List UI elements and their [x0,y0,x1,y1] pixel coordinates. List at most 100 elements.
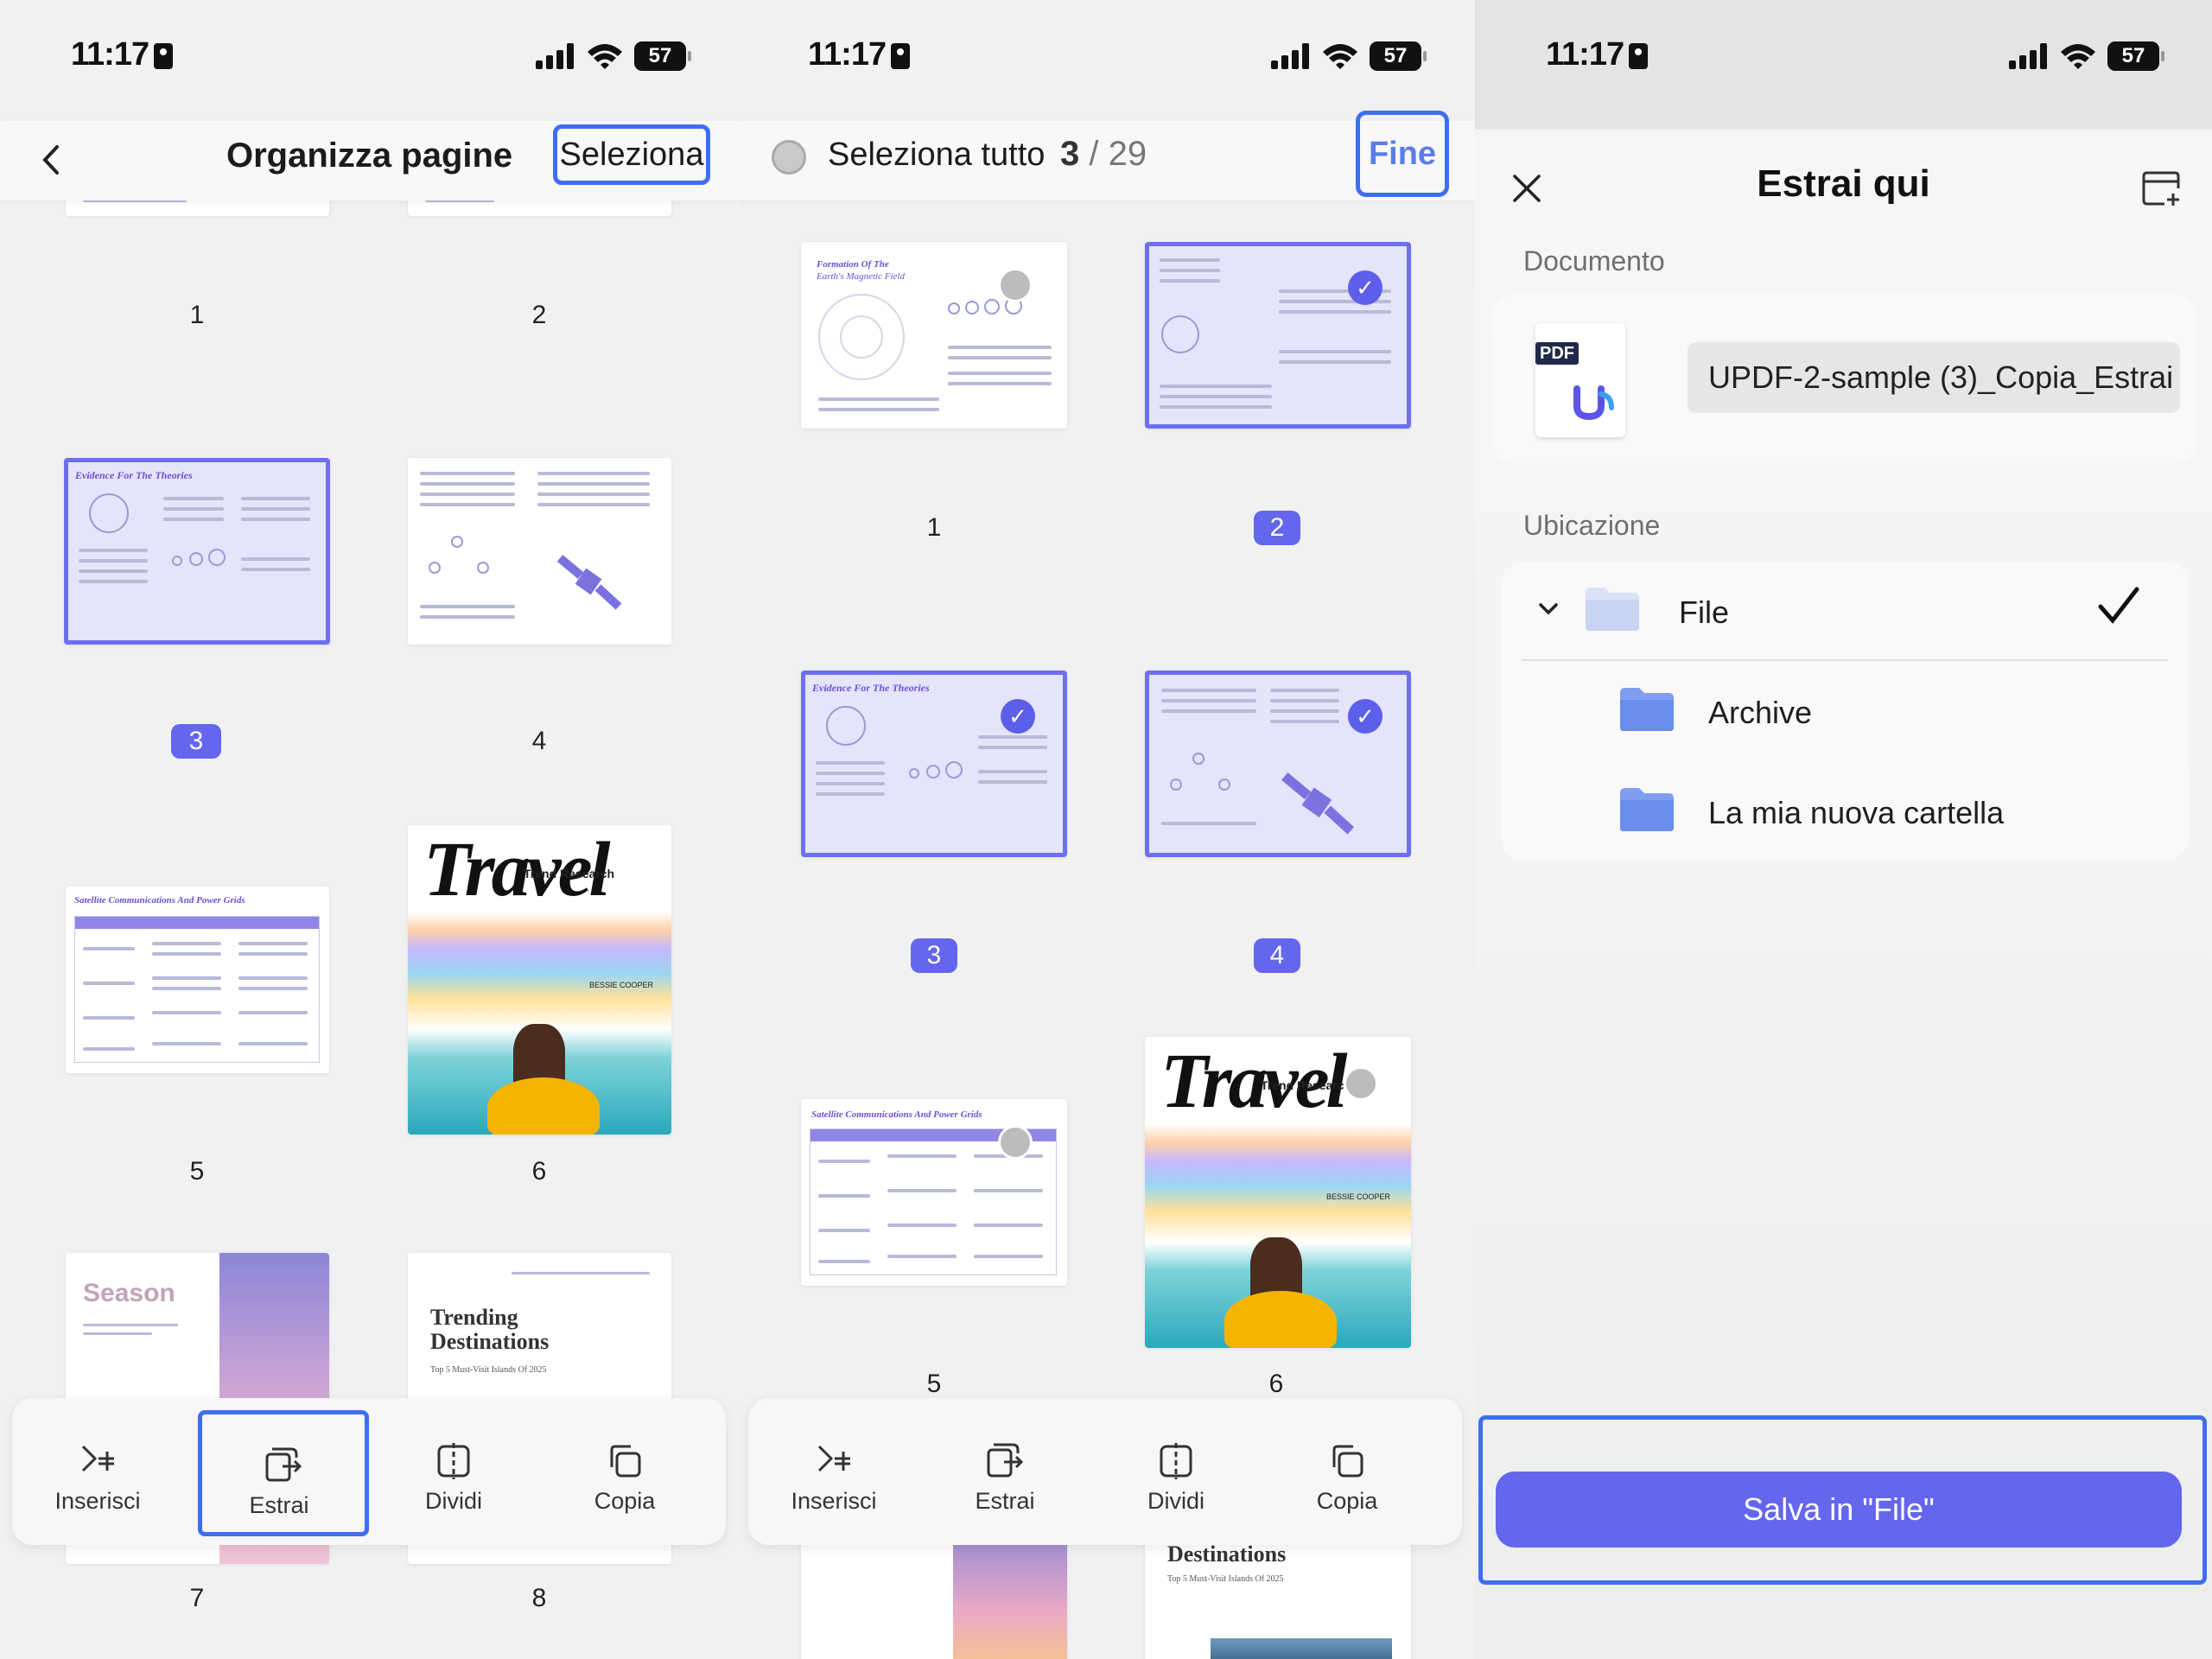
copy-button[interactable]: Copia [539,1398,710,1545]
travel-subtitle: Trend Research [1261,1078,1352,1092]
insert-button[interactable]: Inserisci [748,1398,919,1545]
location-item-file[interactable]: File [1501,562,2189,657]
page-number-selected: 3 [911,938,957,973]
thumb-heading: Satellite Communications And Power Grids [74,895,245,906]
status-bar: 11:17 57 [1475,0,2212,121]
page-number: 1 [189,301,205,329]
folder-icon [1620,788,1674,831]
thumb-heading: Formation Of The [817,259,889,270]
page-thumbnail[interactable]: Formation Of The Earth's Magnetic Field [801,242,1067,429]
pdf-file-icon: PDF [1535,323,1625,437]
extract-button[interactable]: Estrai [198,1410,369,1536]
page-number: 4 [531,727,547,755]
page-number: 8 [531,1584,547,1612]
select-all-radio[interactable] [772,140,806,175]
organize-pages-panel: 11:17 57 Organizza pagine Seleziona 1 2 … [0,0,737,1659]
thumb-heading: Evidence For The Theories [812,682,930,694]
select-button[interactable]: Seleziona [553,124,710,185]
insert-button[interactable]: Inserisci [12,1398,183,1545]
wifi-icon [588,44,622,69]
nav-bar: Seleziona tutto 3 / 29 Fine [737,111,1475,200]
focus-icon [154,43,173,69]
selected-check-icon[interactable]: ✓ [1348,270,1382,305]
page-number: 6 [1268,1370,1284,1398]
split-icon [437,1443,470,1479]
signal-icon [1271,43,1309,69]
signal-icon [2009,43,2047,69]
page-number-selected: 2 [1254,511,1300,545]
split-button[interactable]: Dividi [1090,1398,1262,1545]
filename-field[interactable]: UPDF-2-sample (3)_Copia_Estrai [1688,342,2180,413]
extract-button[interactable]: Estrai [919,1398,1090,1545]
unselected-indicator[interactable] [998,1125,1033,1160]
page-number: 6 [531,1157,547,1185]
focus-icon [1629,43,1648,69]
wifi-icon [1323,44,1357,69]
selected-check-icon[interactable]: ✓ [1348,699,1382,734]
page-thumbnail[interactable] [408,458,671,645]
unselected-indicator[interactable] [1344,1066,1378,1101]
back-icon[interactable] [35,138,69,181]
signal-icon [536,43,574,69]
copy-button[interactable]: Copia [1262,1398,1433,1545]
document-label: Documento [1523,245,1665,276]
extract-here-panel: 11:17 57 Estrai qui Documento PDF UPDF-2… [1475,0,2212,1659]
page-number-selected: 4 [1254,938,1300,973]
thumb-title: Trending [430,1305,518,1330]
save-button[interactable]: Salva in "File" [1496,1471,2182,1548]
location-list: File Archive La mia nuova cartella [1501,562,2189,861]
page-number: 5 [189,1157,205,1185]
location-item-new-folder[interactable]: La mia nuova cartella [1501,762,2189,857]
status-bar: 11:17 57 [737,0,1475,121]
page-thumbnail-selected[interactable]: Evidence For The Theories [64,458,330,645]
battery-icon: 57 [1370,41,1427,71]
insert-icon [81,1445,114,1472]
nav-bar: Organizza pagine Seleziona [0,121,737,200]
travel-author: BESSIE COOPER [1326,1192,1391,1201]
insert-icon [817,1445,850,1472]
copy-icon [1332,1445,1363,1478]
page-thumbnail[interactable]: Satellite Communications And Power Grids [66,887,329,1073]
thumb-subtitle: Top 5 Must-Visit Islands Of 2025 [1167,1574,1284,1584]
folder-icon [1620,688,1674,731]
page-thumbnail-selected[interactable]: ✓ [1145,242,1411,429]
done-button[interactable]: Fine [1356,111,1449,197]
status-bar: 11:17 57 [0,0,737,121]
document-card: PDF UPDF-2-sample (3)_Copia_Estrai [1492,294,2196,463]
selected-check-icon[interactable]: ✓ [1001,699,1035,734]
thumb-heading: Evidence For The Theories [75,469,193,481]
page-number: 2 [531,301,547,329]
battery-icon: 57 [2107,41,2164,71]
focus-icon [891,43,910,69]
thumb-subtitle: Top 5 Must-Visit Islands Of 2025 [430,1365,547,1375]
location-item-archive[interactable]: Archive [1501,662,2189,757]
select-all-label[interactable]: Seleziona tutto [828,137,1045,174]
copy-icon [610,1445,641,1478]
new-folder-icon[interactable] [2140,169,2182,207]
wifi-icon [2061,44,2095,69]
page-thumbnail[interactable]: Travel Trend Research BESSIE COOPER [1145,1037,1411,1348]
selection-count: 3 / 29 [1060,135,1147,173]
status-time: 11:17 [808,36,887,73]
page-thumbnail[interactable]: Travel Trend Research BESSIE COOPER [408,825,671,1135]
extract-icon [265,1447,302,1482]
page-number: 1 [926,513,942,542]
divider [1522,659,2168,661]
page-thumbnail-selected[interactable]: ✓ [1145,671,1411,857]
page-number-selected: 3 [171,724,221,759]
battery-icon: 57 [634,41,691,71]
thumb-heading: Earth's Magnetic Field [817,271,905,282]
chevron-down-icon[interactable] [1535,596,1561,622]
sheet-title: Estrai qui [1757,162,1930,205]
season-title: Season [83,1279,175,1307]
travel-subtitle: Trend Research [524,867,615,880]
page-thumbnail[interactable]: Satellite Communications And Power Grids [801,1099,1067,1286]
status-time: 11:17 [71,36,149,73]
split-button[interactable]: Dividi [368,1398,539,1545]
page-thumbnail-selected[interactable]: Evidence For The Theories ✓ [801,671,1067,857]
bottom-toolbar: Inserisci Estrai Dividi Copia [12,1398,726,1545]
thumb-heading: Satellite Communications And Power Grids [811,1109,982,1120]
page-title: Organizza pagine [226,137,513,175]
unselected-indicator[interactable] [998,268,1033,302]
split-icon [1160,1443,1192,1479]
